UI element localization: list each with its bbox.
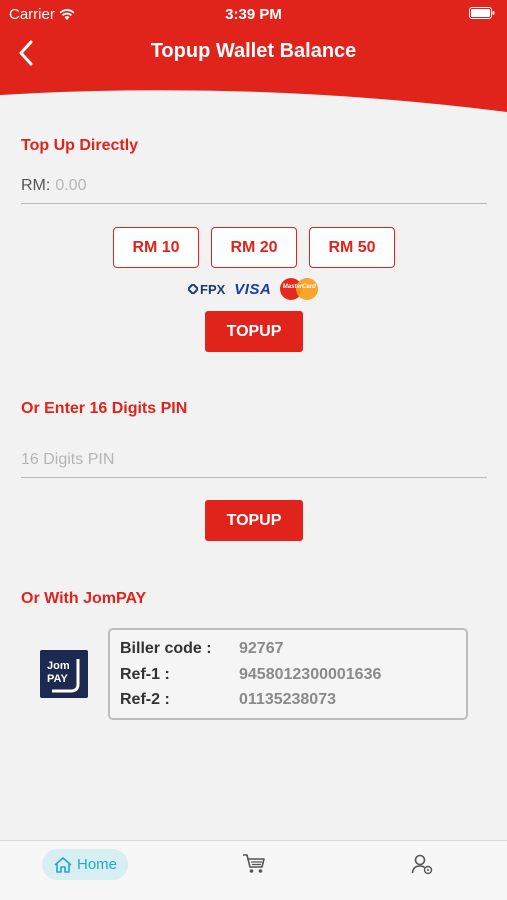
jompay-logo-bottom: PAY (47, 673, 68, 685)
status-time: 3:39 PM (225, 6, 282, 23)
tab-home[interactable]: Home (42, 849, 128, 880)
profile-icon[interactable] (411, 853, 433, 875)
amount-input[interactable] (55, 176, 487, 195)
top-up-directly-title: Top Up Directly (21, 137, 139, 154)
jompay-logo: Jom PAY (40, 650, 88, 698)
status-bar: Carrier 3:39 PM (0, 0, 507, 28)
tab-home-label: Home (76, 856, 117, 873)
pin-input[interactable] (21, 450, 487, 469)
biller-code-value: 92767 (239, 640, 284, 657)
ref2-value: 01135238073 (239, 691, 336, 708)
fpx-logo: FPX (188, 282, 225, 297)
battery-icon (469, 7, 495, 19)
amount-button-rm20[interactable]: RM 20 (211, 227, 297, 268)
cart-icon[interactable] (242, 853, 266, 875)
topup-direct-button[interactable]: TOPUP (205, 311, 303, 352)
amount-button-rm50[interactable]: RM 50 (309, 227, 395, 268)
amount-prefix: RM: (21, 176, 51, 194)
ref1-value: 9458012300001636 (239, 666, 382, 683)
visa-logo: VISA (234, 280, 272, 298)
mastercard-logo: MasterCard (280, 278, 319, 300)
payment-logos: FPX VISA MasterCard (188, 278, 319, 300)
tab-bar: Home (0, 840, 507, 900)
jompay-section-title: Or With JomPAY (21, 590, 147, 607)
fpx-mark-icon (188, 284, 198, 294)
ref1-label: Ref-1 : (120, 666, 170, 683)
pin-field (21, 442, 487, 478)
jompay-biller-box: Biller code : 92767 Ref-1 : 945801230000… (108, 628, 468, 720)
amount-button-rm10[interactable]: RM 10 (113, 227, 199, 268)
amount-field: RM: (21, 168, 487, 204)
biller-code-label: Biller code : (120, 640, 212, 657)
home-icon (54, 856, 72, 873)
page-title: Topup Wallet Balance (150, 40, 357, 62)
jompay-logo-top: Jom (47, 660, 70, 672)
jompay-logo-mark: Jom PAY (47, 659, 80, 693)
mastercard-label: MasterCard (282, 284, 316, 290)
fpx-label: FPX (200, 281, 226, 297)
topup-pin-button[interactable]: TOPUP (205, 500, 303, 541)
ref2-label: Ref-2 : (120, 691, 170, 708)
pin-section-title: Or Enter 16 Digits PIN (21, 400, 188, 417)
header: Carrier 3:39 PM Topup Wallet Balance (0, 0, 507, 115)
